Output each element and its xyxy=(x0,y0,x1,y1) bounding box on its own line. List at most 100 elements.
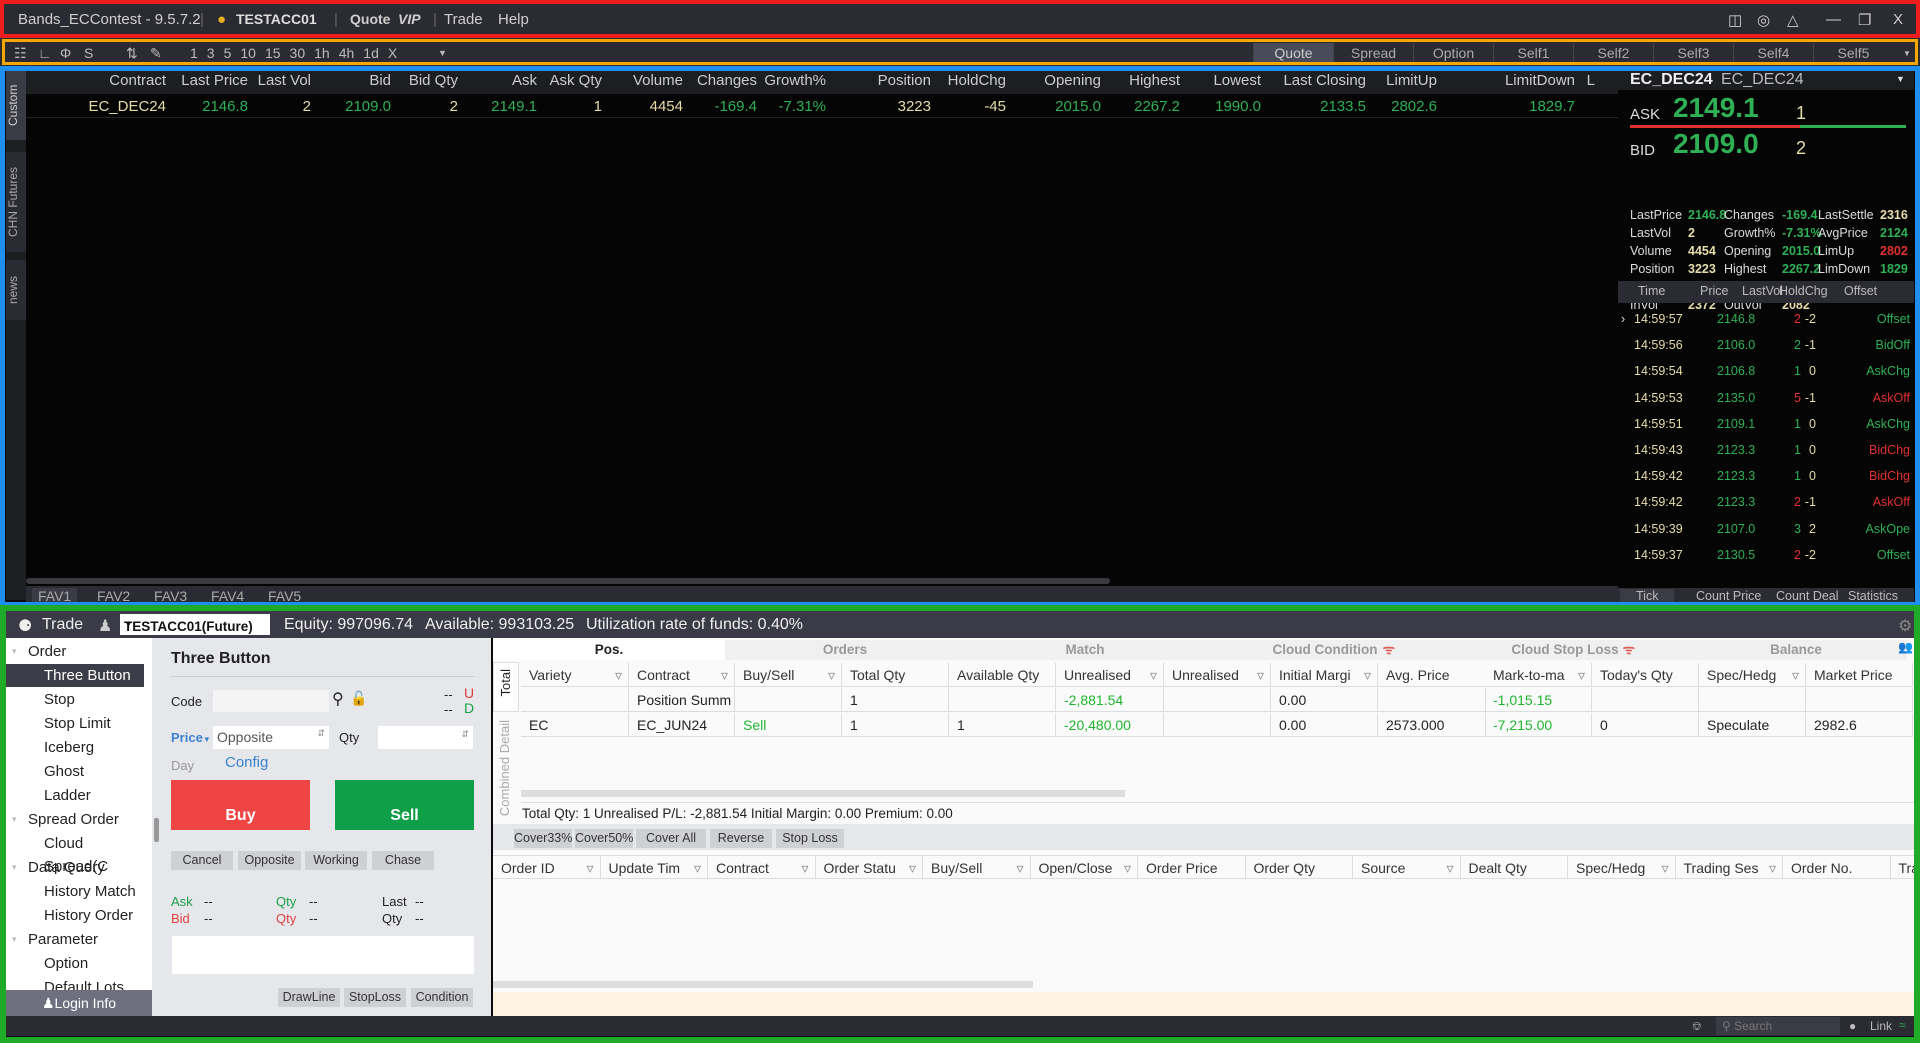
column-header[interactable]: LimitDown xyxy=(1439,70,1577,94)
indicator-icon[interactable]: S xyxy=(84,45,93,61)
price-type-dropdown[interactable]: Price▼ xyxy=(171,730,211,745)
tab-cloud-condition[interactable]: Cloud Condition ᯤ xyxy=(1205,640,1445,660)
column-header[interactable]: Last Price xyxy=(168,70,250,94)
filter-icon[interactable]: ▿ xyxy=(694,856,701,878)
expand-arrow-icon[interactable]: ▾ xyxy=(12,856,17,879)
config-link[interactable]: Config xyxy=(225,754,268,771)
column-header[interactable]: Ask Qty xyxy=(539,70,604,94)
tab-count-price[interactable]: Count Price xyxy=(1696,589,1761,603)
expand-arrow-icon[interactable]: ▾ xyxy=(12,808,17,831)
column-header[interactable]: Mark-to-ma ▿ xyxy=(1485,663,1592,687)
tab-count-deal[interactable]: Count Deal xyxy=(1776,589,1839,603)
column-header[interactable]: Changes xyxy=(685,70,759,94)
search-icon[interactable]: ⚲ xyxy=(332,689,344,709)
period-X[interactable]: X xyxy=(388,45,397,61)
tab-self1[interactable]: Self1 xyxy=(1493,43,1573,63)
menu-help[interactable]: Help xyxy=(498,11,529,28)
column-header[interactable]: HoldChg xyxy=(933,70,1008,94)
position-cell[interactable] xyxy=(1378,688,1486,712)
position-cell[interactable]: 2982.6 xyxy=(1806,713,1913,737)
filter-icon[interactable]: ▿ xyxy=(1446,856,1453,878)
tab-combined-detail[interactable]: Combined Detail xyxy=(493,716,519,816)
column-header[interactable]: Buy/Sell ▿ xyxy=(923,855,1031,879)
positions-scrollbar[interactable] xyxy=(521,790,1125,797)
draw-icon[interactable]: ✎ xyxy=(150,45,162,62)
tab-quote[interactable]: Quote xyxy=(1253,43,1333,63)
tab-fav5[interactable]: FAV5 xyxy=(268,588,301,604)
lock-icon[interactable]: 🔓 xyxy=(350,690,367,707)
user-name[interactable]: TESTACC01 xyxy=(236,11,317,27)
menu-item-default-lots[interactable]: Default Lots xyxy=(6,976,144,990)
tab-chn-futures[interactable]: CHN Futures xyxy=(6,152,26,252)
position-cell[interactable] xyxy=(1592,688,1699,712)
column-header[interactable]: Unrealised ▿ xyxy=(1056,663,1164,687)
period-1d[interactable]: 1d xyxy=(363,45,379,61)
search-input[interactable]: ⚲ Search xyxy=(1716,1017,1840,1035)
chevron-down-icon[interactable]: ▼ xyxy=(1896,74,1905,84)
period-3[interactable]: 3 xyxy=(207,45,215,61)
cover50--button[interactable]: Cover50% xyxy=(575,829,633,848)
tick-row[interactable]: 14:59:37 2130.5 2 -2 Offset xyxy=(1618,548,1914,574)
menu-item-option[interactable]: Option xyxy=(6,952,144,975)
filter-icon[interactable]: ▿ xyxy=(1661,856,1668,878)
tab-fav2[interactable]: FAV2 xyxy=(97,588,130,604)
opposite-button[interactable]: Opposite xyxy=(238,851,301,870)
tick-column-header[interactable]: HoldChg xyxy=(1779,284,1828,298)
qty-input[interactable]: ⇵ xyxy=(378,726,473,749)
tab-self2[interactable]: Self2 xyxy=(1573,43,1653,63)
column-header[interactable]: L xyxy=(1577,70,1597,94)
position-cell[interactable]: Speculate xyxy=(1699,713,1806,737)
tab-self3[interactable]: Self3 xyxy=(1653,43,1733,63)
column-header[interactable]: Order ID ▿ xyxy=(493,855,601,879)
position-cell[interactable]: 0 xyxy=(1592,713,1699,737)
column-header[interactable]: Trading Ses ▿ xyxy=(1675,855,1783,879)
position-cell[interactable]: 1 xyxy=(842,688,949,712)
chase-button[interactable]: Chase xyxy=(372,851,434,870)
filter-icon[interactable]: ▿ xyxy=(1257,663,1264,686)
column-header[interactable]: Highest xyxy=(1103,70,1182,94)
column-header[interactable]: Tra xyxy=(1890,855,1920,879)
filter-icon[interactable]: ▿ xyxy=(1792,663,1799,686)
restore-icon[interactable]: ❐ xyxy=(1858,11,1871,29)
settings-icon[interactable]: ⚙ xyxy=(1898,616,1912,636)
column-header[interactable]: Contract ▿ xyxy=(629,663,735,687)
tab-orders[interactable]: Orders xyxy=(725,640,965,660)
drawline-button[interactable]: DrawLine xyxy=(278,988,340,1007)
position-cell[interactable]: -1,015.15 xyxy=(1485,688,1592,712)
line-chart-icon[interactable]: ∟ xyxy=(38,45,52,61)
column-header[interactable]: Dealt Qty xyxy=(1460,855,1568,879)
dropdown-icon[interactable]: ▼ xyxy=(438,48,447,58)
column-header[interactable]: Variety ▿ xyxy=(521,663,629,687)
period-10[interactable]: 10 xyxy=(240,45,256,61)
filter-icon[interactable]: ▿ xyxy=(1578,663,1585,686)
filter-icon[interactable]: ▿ xyxy=(1016,856,1023,878)
position-cell[interactable]: 0.00 xyxy=(1271,688,1378,712)
column-header[interactable]: Contract ▿ xyxy=(708,855,816,879)
period-1[interactable]: 1 xyxy=(190,45,198,61)
position-cell[interactable] xyxy=(949,688,1056,712)
tab-self5[interactable]: Self5 xyxy=(1813,43,1893,63)
stoploss-button[interactable]: StopLoss xyxy=(344,988,406,1007)
chevron-down-icon[interactable]: ▼ xyxy=(1903,49,1911,58)
close-icon[interactable]: X xyxy=(1893,11,1903,28)
position-cell[interactable] xyxy=(1164,688,1271,712)
column-header[interactable]: Growth% xyxy=(759,70,828,94)
account-select[interactable]: TESTACC01(Future) ▼ xyxy=(120,614,270,635)
tick-row[interactable]: 14:59:42 2123.3 1 0 BidChg xyxy=(1618,469,1914,495)
menu-item-ghost[interactable]: Ghost xyxy=(6,760,144,783)
position-cell[interactable]: 0.00 xyxy=(1271,713,1378,737)
tick-row[interactable]: 14:59:53 2135.0 5 -1 AskOff xyxy=(1618,391,1914,417)
tick-row[interactable]: 14:59:43 2123.3 1 0 BidChg xyxy=(1618,443,1914,469)
position-cell[interactable]: 1 xyxy=(842,713,949,737)
column-header[interactable]: Available Qty xyxy=(949,663,1056,687)
column-header[interactable]: Order Statu ▿ xyxy=(815,855,923,879)
column-header[interactable]: Lowest xyxy=(1182,70,1263,94)
tick-column-header[interactable]: Offset xyxy=(1844,284,1877,298)
column-header[interactable]: Last Vol xyxy=(250,70,313,94)
menu-item-spread-order[interactable]: Spread Order ▾ xyxy=(6,808,144,831)
column-header[interactable]: Position xyxy=(828,70,933,94)
expand-arrow-icon[interactable]: ▾ xyxy=(12,640,17,663)
layout-icon[interactable]: ◫ xyxy=(1728,11,1742,29)
position-cell[interactable]: EC xyxy=(521,713,629,737)
skin-icon[interactable]: △ xyxy=(1787,11,1799,29)
